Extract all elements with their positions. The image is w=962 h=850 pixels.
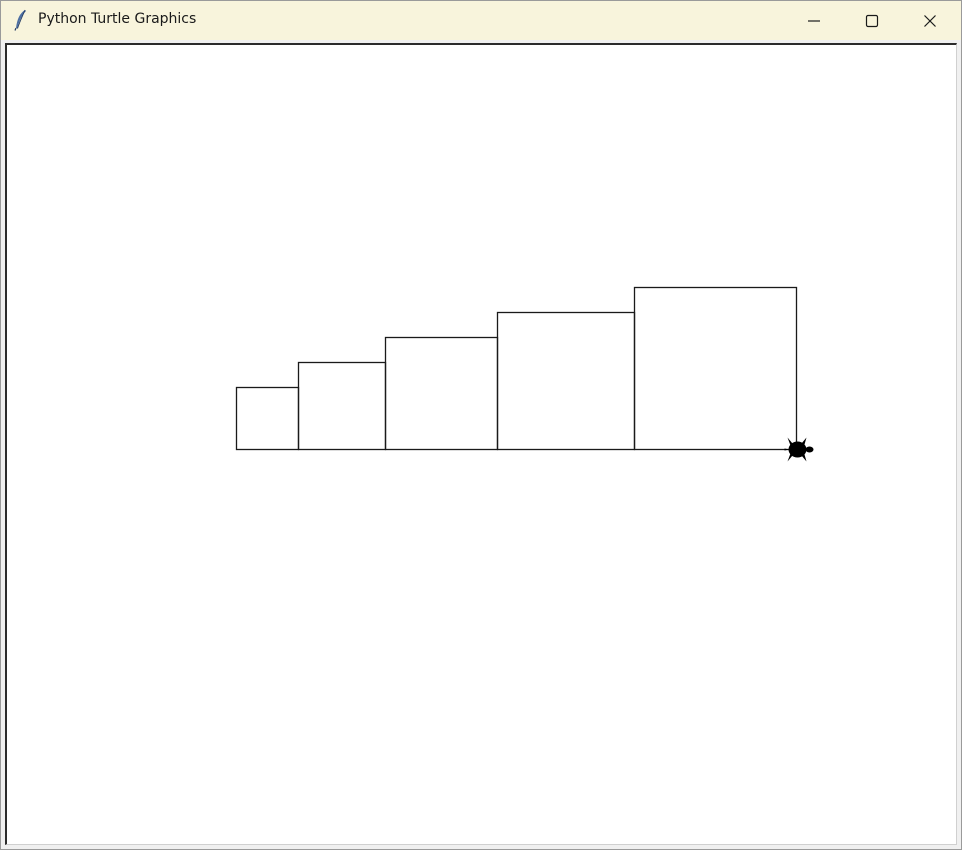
- feather-icon: [14, 9, 26, 31]
- close-icon: [924, 14, 936, 27]
- square-2: [297, 361, 387, 451]
- maximize-button[interactable]: [843, 1, 901, 40]
- title-bar[interactable]: Python Turtle Graphics: [1, 1, 961, 40]
- square-3: [384, 336, 499, 451]
- square-1: [235, 386, 300, 451]
- drawing-surface: [235, 286, 814, 462]
- minimize-button[interactable]: [785, 1, 843, 40]
- turtle-icon: [784, 437, 814, 462]
- close-button[interactable]: [901, 1, 959, 40]
- minimize-icon: [808, 19, 820, 22]
- maximize-icon: [865, 14, 879, 27]
- turtle-window: Python Turtle Graphics: [0, 0, 962, 850]
- square-5: [633, 286, 798, 451]
- square-4: [496, 311, 636, 451]
- turtle-canvas[interactable]: [5, 43, 957, 845]
- window-title: Python Turtle Graphics: [38, 11, 197, 27]
